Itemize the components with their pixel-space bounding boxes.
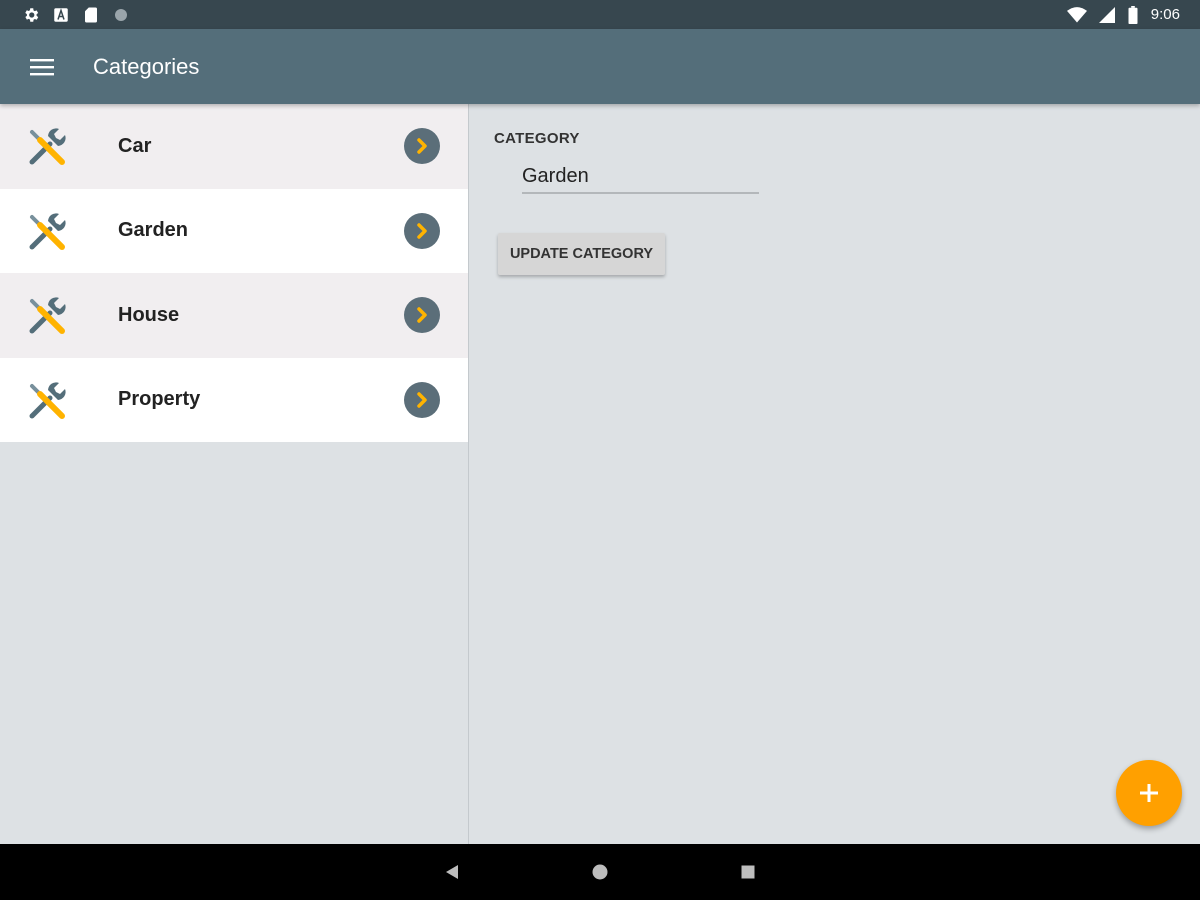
chevron-right-icon[interactable]: [404, 381, 440, 418]
category-label: House: [118, 303, 180, 326]
content-area: Car Garden House Property CATEGORY Garde…: [0, 104, 1200, 844]
navigation-bar: [0, 844, 1200, 900]
sd-card-icon: [85, 7, 97, 22]
menu-button[interactable]: [20, 45, 64, 89]
back-icon: [446, 865, 458, 879]
plus-icon: [1140, 784, 1158, 802]
category-field-label: CATEGORY: [494, 130, 580, 147]
category-item-house[interactable]: House: [0, 273, 468, 358]
recents-button[interactable]: [733, 857, 763, 887]
chevron-right-icon[interactable]: [404, 128, 440, 165]
tools-icon: [29, 128, 66, 165]
hamburger-menu-icon: [30, 58, 54, 75]
category-item-garden[interactable]: Garden: [0, 188, 468, 273]
app-bar: Categories: [0, 29, 1200, 104]
tools-icon: [29, 212, 66, 250]
category-detail: CATEGORY UPDATE CATEGORY: [470, 104, 1200, 844]
category-label: Property: [118, 388, 201, 411]
battery-icon: [1128, 5, 1138, 24]
circle-icon: [115, 8, 127, 21]
status-bar-right: 9:06: [1066, 5, 1180, 24]
category-label: Car: [118, 134, 152, 157]
category-item-property[interactable]: Property: [0, 357, 468, 442]
category-label: Garden: [118, 219, 189, 242]
status-bar: 9:06: [0, 0, 1200, 29]
category-name-input[interactable]: [522, 160, 759, 194]
home-icon: [592, 864, 608, 880]
category-list: Car Garden House Property: [0, 104, 469, 844]
add-category-button[interactable]: [1116, 760, 1182, 826]
a-notification-icon: [54, 7, 68, 22]
home-button[interactable]: [585, 857, 615, 887]
back-button[interactable]: [437, 857, 467, 887]
tools-icon: [29, 297, 66, 334]
tools-icon: [29, 381, 66, 419]
status-bar-left: [22, 6, 130, 24]
chevron-right-icon[interactable]: [404, 212, 440, 249]
update-category-button[interactable]: UPDATE CATEGORY: [498, 233, 665, 275]
status-time: 9:06: [1150, 6, 1180, 23]
category-item-car[interactable]: Car: [0, 104, 468, 189]
signal-icon: [1098, 6, 1115, 23]
settings-icon: [25, 7, 39, 22]
page-title: Categories: [93, 53, 200, 79]
wifi-icon: [1066, 6, 1087, 22]
recents-icon: [741, 865, 755, 879]
chevron-right-icon[interactable]: [404, 297, 440, 334]
